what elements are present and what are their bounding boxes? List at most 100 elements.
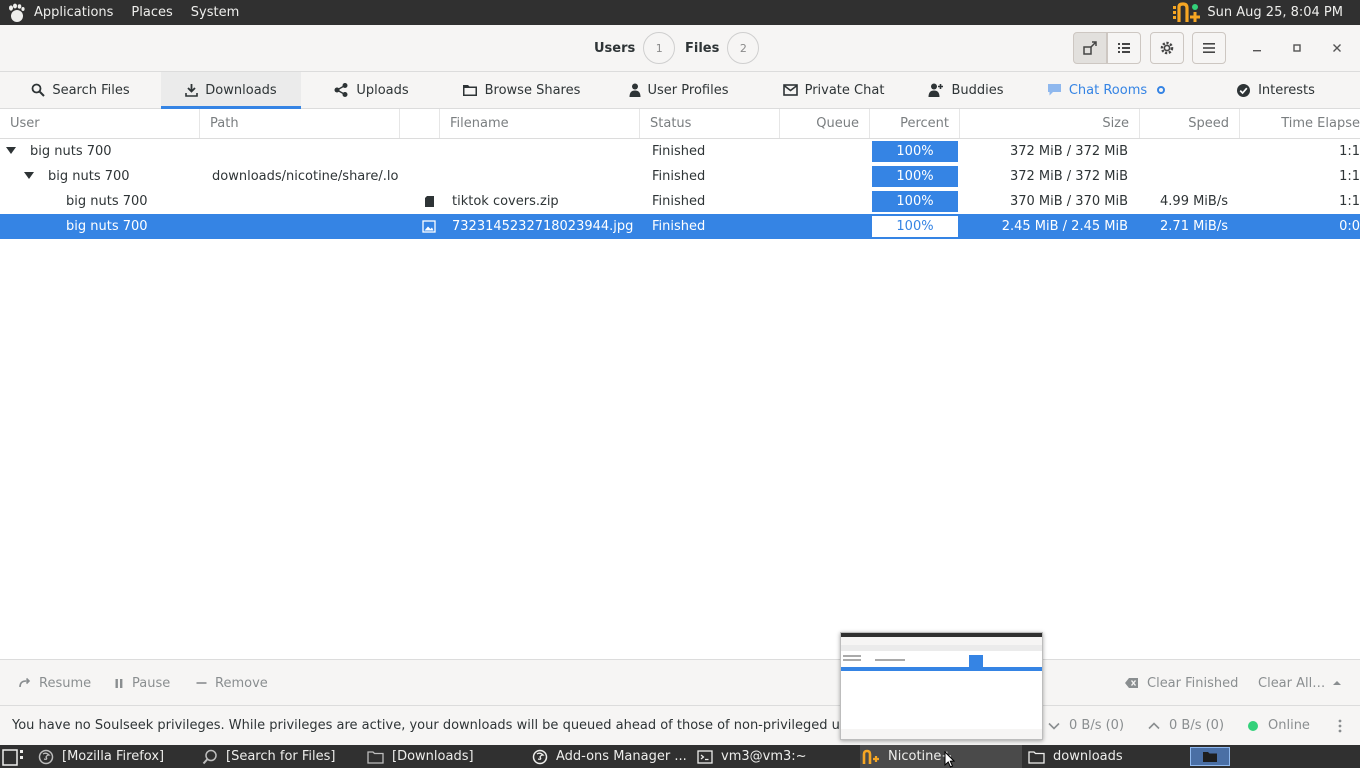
column-header-percent[interactable]: Percent <box>870 109 960 138</box>
column-header-time-elapsed[interactable]: Time Elapse <box>1240 109 1360 138</box>
download-icon <box>185 84 199 97</box>
clock[interactable]: Sun Aug 25, 8:04 PM <box>1207 5 1343 20</box>
tab-label: User Profiles <box>647 82 729 98</box>
preferences-button[interactable] <box>1150 32 1184 64</box>
users-count: 1 <box>643 32 676 64</box>
terminal-icon <box>697 749 713 764</box>
tab-uploads[interactable]: Uploads <box>301 72 441 108</box>
close-icon <box>1333 44 1341 52</box>
clear-all-button[interactable]: Clear All… <box>1258 672 1342 694</box>
users-counter[interactable]: Users 1 <box>594 32 676 64</box>
cell-time-elapsed: 1:1 <box>1339 169 1360 184</box>
envelope-icon <box>782 84 798 96</box>
taskbar-item-search-for-files[interactable]: [Search for Files] <box>202 745 360 768</box>
group-by-folder-button[interactable] <box>1073 32 1107 64</box>
ungrouped-view-button[interactable] <box>1107 32 1141 64</box>
expander-arrow-icon[interactable] <box>6 147 16 154</box>
cell-filename: 7323145232718023944.jpg <box>452 219 634 234</box>
tab-downloads[interactable]: Downloads <box>161 72 301 109</box>
percent-progress-bar: 100% <box>872 141 958 162</box>
remove-button[interactable]: Remove <box>196 672 268 694</box>
hamburger-icon <box>1203 43 1215 53</box>
cell-user: big nuts 700 <box>48 169 130 184</box>
table-row[interactable]: big nuts 700 Finished 100% 372 MiB / 372… <box>0 139 1360 164</box>
column-header-speed[interactable]: Speed <box>1140 109 1240 138</box>
main-menu-button[interactable] <box>1192 32 1226 64</box>
taskbar-item-nicotine[interactable]: Nicotine+ <box>860 745 1022 768</box>
percent-progress-bar: 100% <box>872 191 958 212</box>
pause-label: Pause <box>132 675 171 691</box>
taskbar-item-addons-manager[interactable]: Add-ons Manager ... <box>532 745 690 768</box>
gnome-foot-icon[interactable] <box>6 3 26 23</box>
cell-status: Finished <box>652 169 706 184</box>
top-panel: Applications Places System Sun Aug 25, 8… <box>0 0 1360 25</box>
image-file-icon <box>422 214 438 239</box>
column-header-size[interactable]: Size <box>960 109 1140 138</box>
column-header-path[interactable]: Path <box>200 109 400 138</box>
expander-arrow-icon[interactable] <box>24 172 34 179</box>
maximize-icon <box>1293 44 1301 52</box>
tab-user-profiles[interactable]: User Profiles <box>601 72 756 108</box>
workspace-switcher[interactable] <box>1190 745 1230 768</box>
maximize-button[interactable] <box>1286 37 1308 59</box>
person-icon <box>629 83 641 97</box>
window-preview-thumbnail[interactable] <box>840 632 1043 740</box>
column-header-file-type[interactable] <box>400 109 440 138</box>
places-menu[interactable]: Places <box>131 5 172 20</box>
search-icon <box>31 83 46 97</box>
minimize-button[interactable] <box>1246 37 1268 59</box>
search-icon <box>202 749 217 764</box>
cell-size: 372 MiB / 372 MiB <box>1009 144 1128 159</box>
cell-time-elapsed: 1:1 <box>1339 194 1360 209</box>
taskbar-item-firefox[interactable]: [Mozilla Firefox] <box>38 745 196 768</box>
files-counter[interactable]: Files 2 <box>685 32 760 64</box>
download-speed-status[interactable]: 0 B/s (0) <box>1048 718 1124 733</box>
tab-private-chat[interactable]: Private Chat <box>756 72 911 108</box>
show-desktop-button[interactable] <box>2 745 36 768</box>
resume-button[interactable]: Resume <box>18 672 91 694</box>
connection-status[interactable]: Online <box>1248 718 1310 733</box>
folder-icon <box>1028 750 1045 764</box>
status-bar: You have no Soulseek privileges. While p… <box>0 705 1360 745</box>
column-header-filename[interactable]: Filename <box>440 109 640 138</box>
tab-browse-shares[interactable]: Browse Shares <box>441 72 601 108</box>
workspace-1[interactable] <box>1190 747 1230 766</box>
more-options-icon[interactable] <box>1338 719 1342 733</box>
taskbar-item-downloads-folder[interactable]: [Downloads] <box>367 745 525 768</box>
files-count: 2 <box>727 32 760 64</box>
cell-speed: 2.71 MiB/s <box>1160 219 1228 234</box>
taskbar: [Mozilla Firefox] [Search for Files] [Do… <box>0 745 1360 768</box>
clear-finished-button[interactable]: Clear Finished <box>1124 672 1238 694</box>
column-header-queue[interactable]: Queue <box>780 109 870 138</box>
transfer-list-header: User Path Filename Status Queue Percent … <box>0 109 1360 139</box>
column-header-user[interactable]: User <box>0 109 200 138</box>
cell-speed: 4.99 MiB/s <box>1160 194 1228 209</box>
transfer-list: big nuts 700 Finished 100% 372 MiB / 372… <box>0 139 1360 239</box>
system-menu[interactable]: System <box>191 5 239 20</box>
close-button[interactable] <box>1326 37 1348 59</box>
table-row[interactable]: big nuts 700 tiktok covers.zip Finished … <box>0 189 1360 214</box>
cell-user: big nuts 700 <box>30 144 112 159</box>
column-header-status[interactable]: Status <box>640 109 780 138</box>
chevron-up-icon <box>1333 681 1342 685</box>
cell-size: 372 MiB / 372 MiB <box>1009 169 1128 184</box>
check-circle-icon <box>1237 83 1251 97</box>
tab-search-files[interactable]: Search Files <box>0 72 161 108</box>
tab-label: Search Files <box>52 82 130 98</box>
cell-time-elapsed: 0:0 <box>1339 219 1360 234</box>
table-row[interactable]: big nuts 700 downloads/nicotine/share/.l… <box>0 164 1360 189</box>
nicotine-icon <box>862 749 879 764</box>
tab-label: Buddies <box>951 82 1004 98</box>
table-row-selected[interactable]: big nuts 700 7323145232718023944.jpg Fin… <box>0 214 1360 239</box>
taskbar-item-label: vm3@vm3:~ <box>721 749 807 764</box>
pause-button[interactable]: Pause <box>114 672 170 694</box>
cell-status: Finished <box>652 144 706 159</box>
tab-interests[interactable]: Interests <box>1191 72 1360 108</box>
applications-menu[interactable]: Applications <box>34 5 113 20</box>
taskbar-item-downloads-files[interactable]: downloads <box>1028 745 1186 768</box>
upload-speed-status[interactable]: 0 B/s (0) <box>1148 718 1224 733</box>
nicotine-tray-icon[interactable] <box>1171 1 1201 24</box>
tab-buddies[interactable]: Buddies <box>911 72 1021 108</box>
tab-chat-rooms[interactable]: Chat Rooms <box>1021 72 1191 108</box>
taskbar-item-terminal[interactable]: vm3@vm3:~ <box>697 745 855 768</box>
